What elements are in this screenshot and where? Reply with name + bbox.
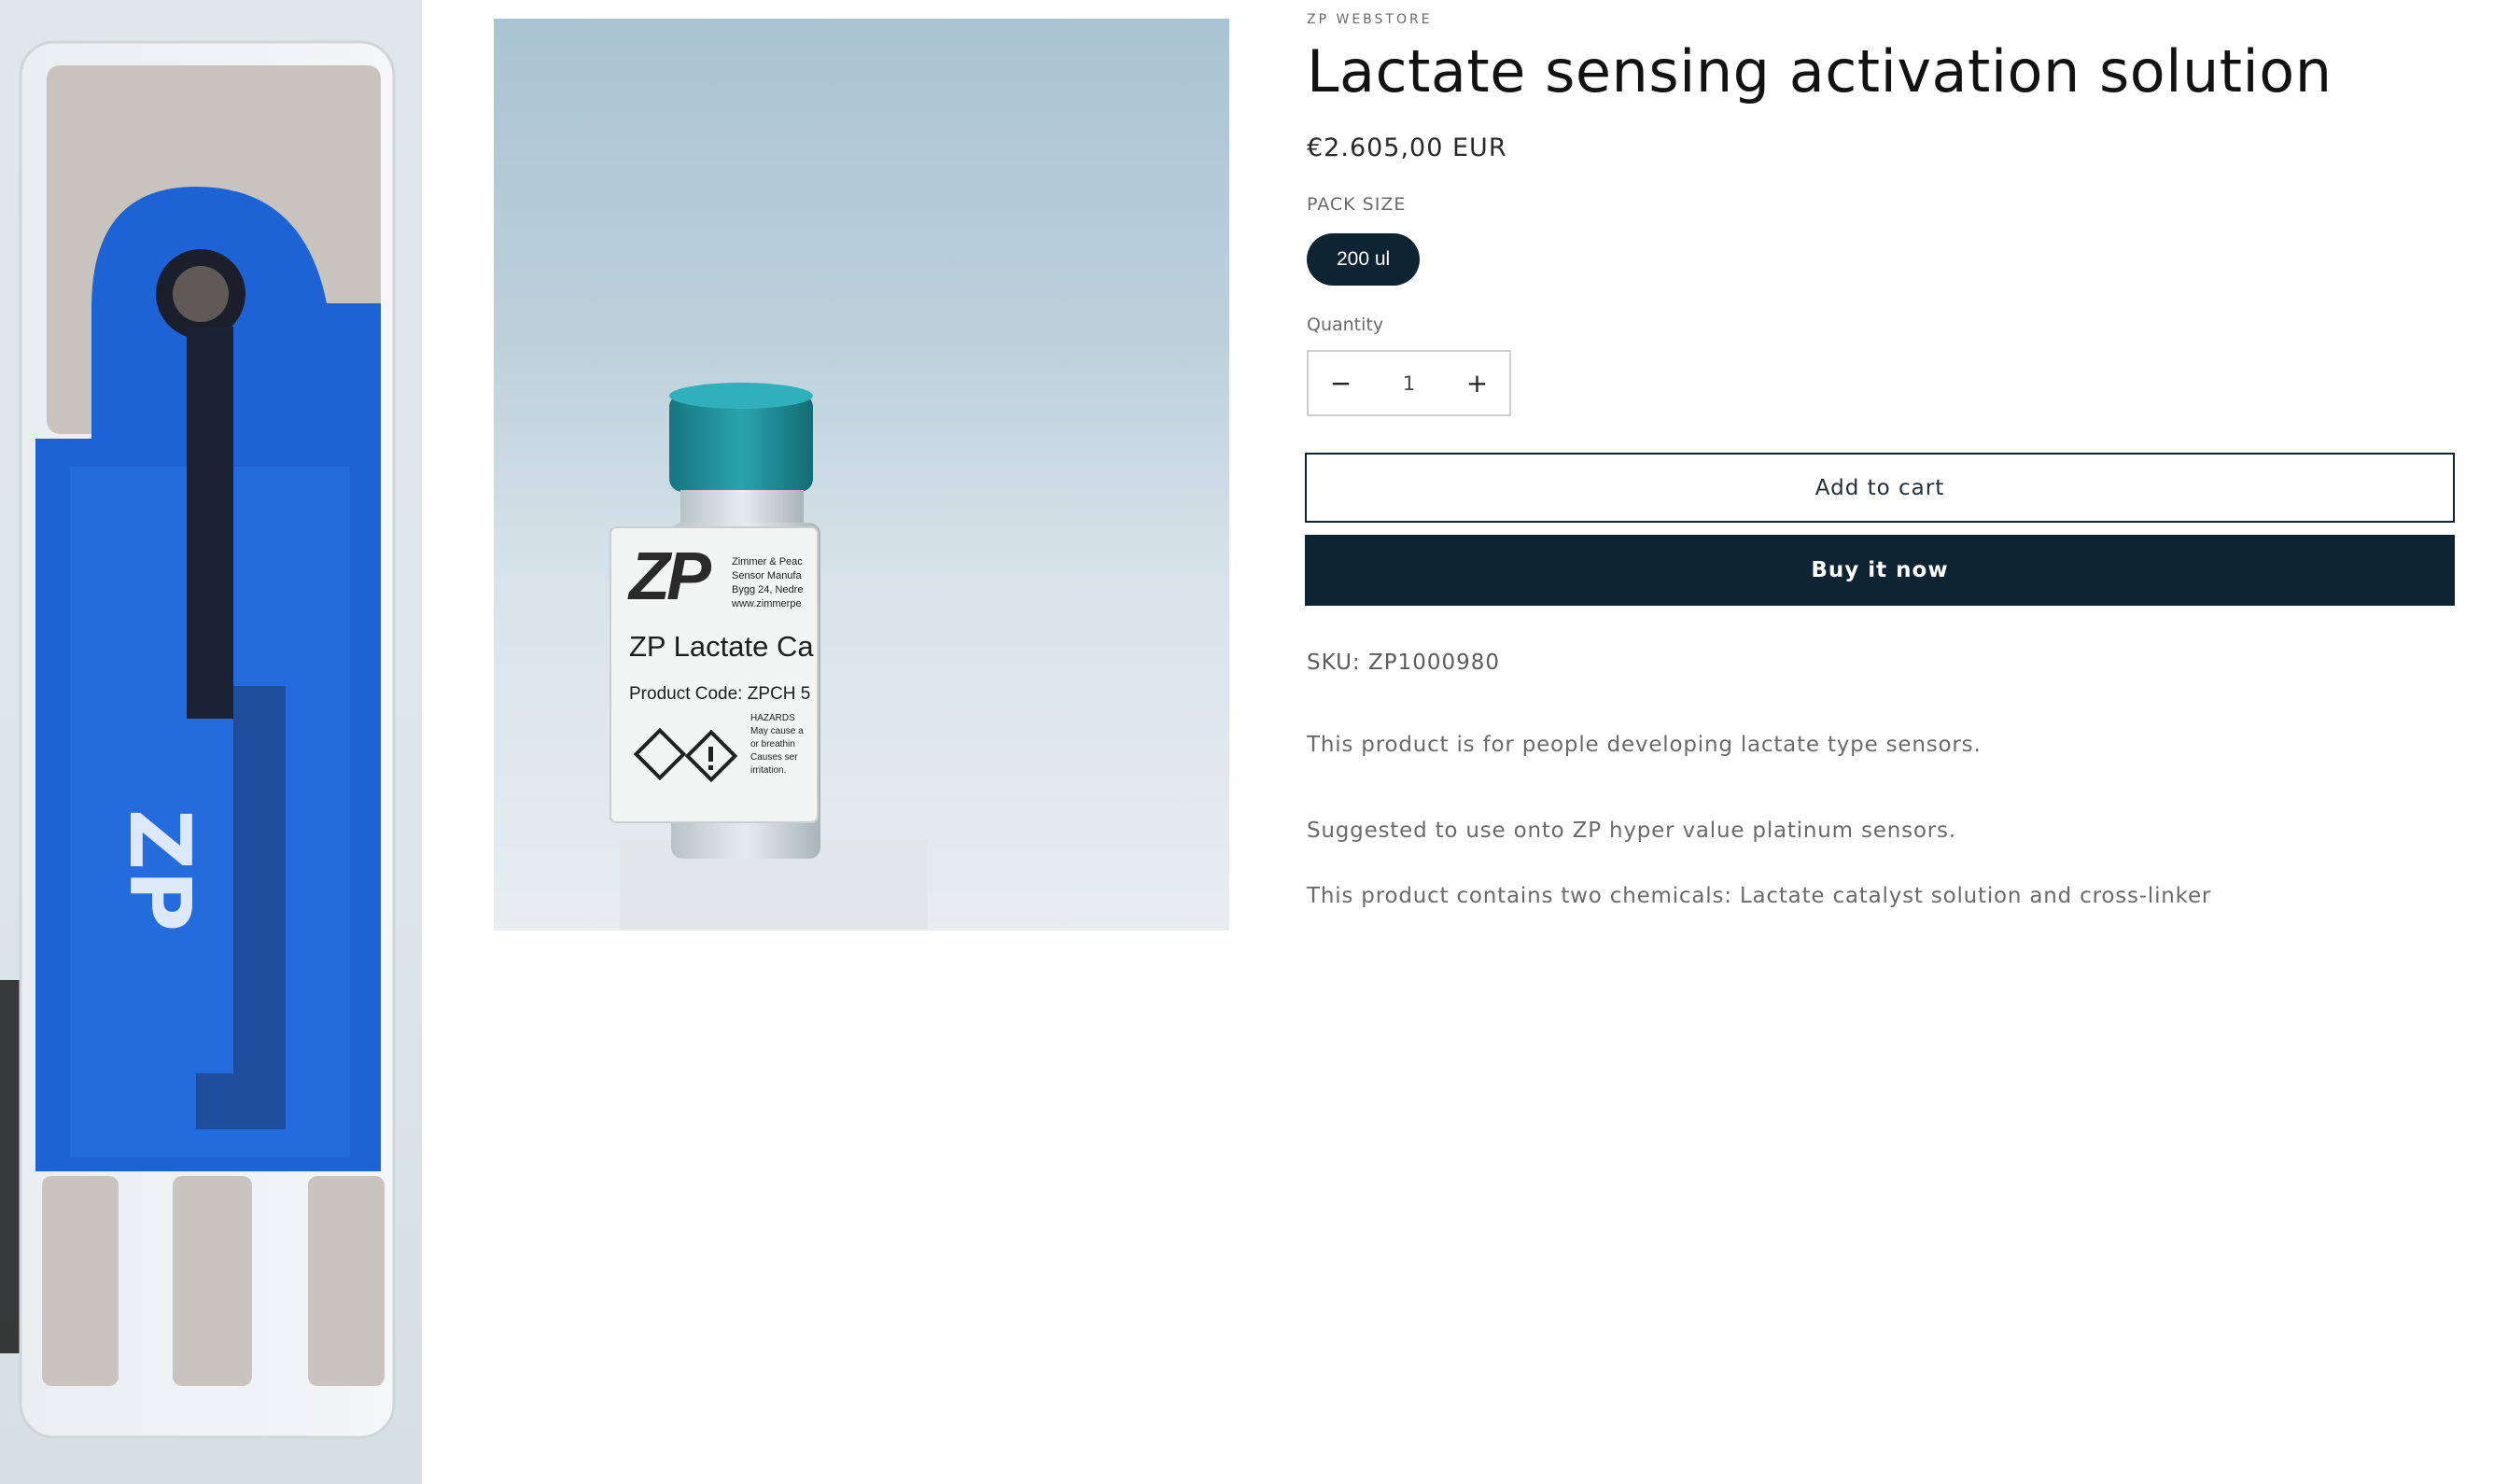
pack-size-label: PACK SIZE <box>1307 194 1407 215</box>
quantity-label: Quantity <box>1307 315 1384 335</box>
hazard-line: irritation. <box>750 765 787 776</box>
hazard-line: or breathin <box>750 739 795 749</box>
sensor-strip-image: ZP <box>0 0 422 1484</box>
vendor-label: ZP WEBSTORE <box>1307 12 1433 27</box>
description-paragraph: This product contains two chemicals: Lac… <box>1307 884 2212 908</box>
vial-label-hazards: HAZARDS May cause a or breathin Causes s… <box>750 712 804 777</box>
maker-line: Sensor Manufa <box>732 570 802 581</box>
vial-label-logo: ZP <box>629 539 711 614</box>
sensor-strip-graphic <box>0 40 396 1439</box>
product-sku: SKU: ZP1000980 <box>1307 651 1501 675</box>
description-paragraph: Suggested to use onto ZP hyper value pla… <box>1307 819 1956 843</box>
hazard-line: May cause a <box>750 726 804 736</box>
description-paragraph: This product is for people developing la… <box>1307 733 1982 757</box>
maker-line: www.zimmerpe <box>732 598 802 609</box>
maker-line: Bygg 24, Nedre <box>732 584 804 595</box>
vial-label: ZP Zimmer & Peac Sensor Manufa Bygg 24, … <box>610 527 818 822</box>
quantity-decrease-button[interactable]: − <box>1309 352 1373 414</box>
vial-label-product: ZP Lactate Ca <box>629 630 814 663</box>
quantity-stepper: − + <box>1307 350 1511 416</box>
vial-graphic <box>609 383 928 929</box>
vial-label-code: Product Code: ZPCH 5 <box>629 684 811 704</box>
add-to-cart-button[interactable]: Add to cart <box>1305 453 2455 523</box>
product-title: Lactate sensing activation solution <box>1307 37 2333 105</box>
product-price: €2.605,00 EUR <box>1307 133 1507 162</box>
hazard-line: Causes ser <box>750 752 798 763</box>
buy-now-button[interactable]: Buy it now <box>1305 535 2455 606</box>
pack-size-option[interactable]: 200 ul <box>1307 233 1421 286</box>
strip-logo: ZP <box>110 808 209 932</box>
vial-label-maker: Zimmer & Peac Sensor Manufa Bygg 24, Ned… <box>732 555 803 611</box>
quantity-input[interactable] <box>1373 371 1445 396</box>
product-image[interactable]: ZP Zimmer & Peac Sensor Manufa Bygg 24, … <box>494 19 1229 931</box>
quantity-increase-button[interactable]: + <box>1445 352 1509 414</box>
maker-line: Zimmer & Peac <box>732 556 803 567</box>
hazard-line: HAZARDS <box>750 713 795 723</box>
